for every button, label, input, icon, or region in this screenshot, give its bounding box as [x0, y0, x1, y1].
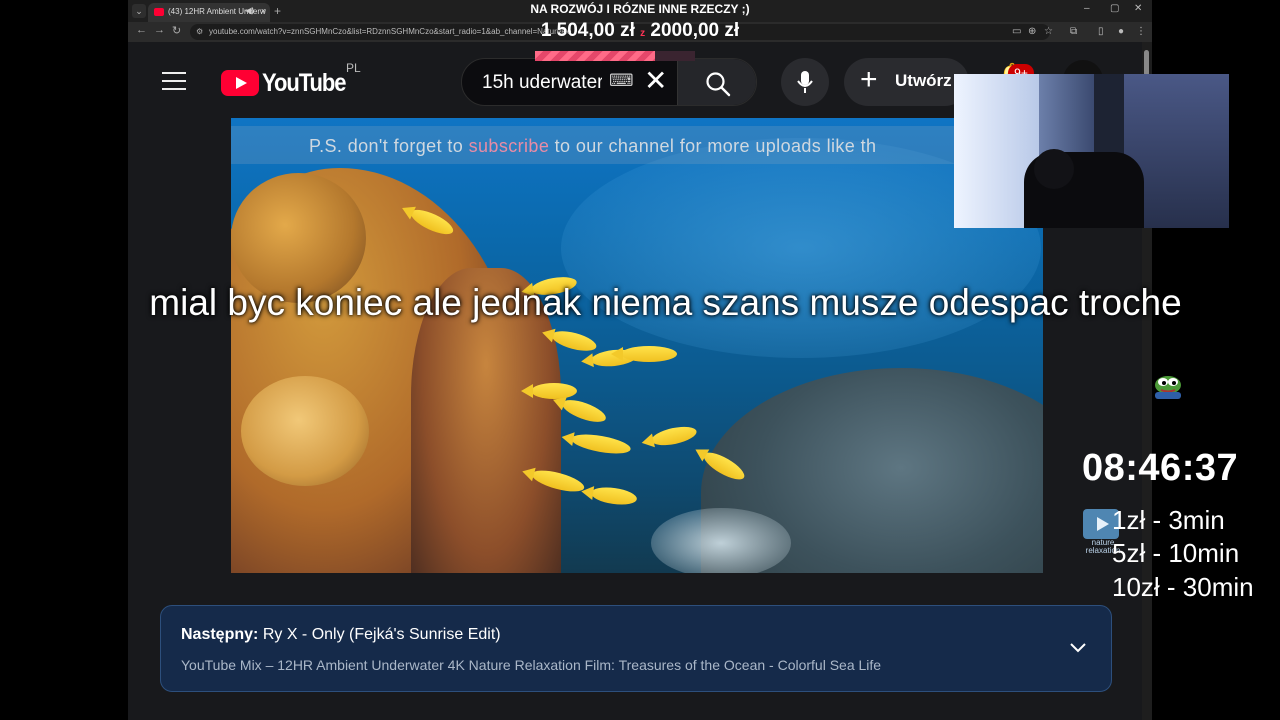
banner-suffix: to our channel for more uploads like th: [549, 136, 877, 156]
webcam-person: [1034, 149, 1074, 189]
microphone-icon: [797, 71, 813, 93]
next-up-title: Ry X - Only (Fejká's Sunrise Edit): [262, 626, 501, 643]
search-box: 15h uderwater ⌨ ✕: [461, 58, 757, 106]
voice-search-button[interactable]: [781, 58, 829, 106]
scrollbar-thumb[interactable]: [1144, 50, 1149, 76]
keyboard-icon[interactable]: ⌨: [609, 71, 634, 91]
chevron-down-icon[interactable]: [1069, 642, 1087, 654]
next-up-heading: Następny: Ry X - Only (Fejká's Sunrise E…: [181, 626, 501, 644]
donation-progress-fill: [535, 51, 656, 61]
donation-goal: 2000,00 zł: [650, 20, 740, 41]
country-code: PL: [346, 61, 361, 75]
search-icon: [706, 72, 731, 97]
next-up-card[interactable]: Następny: Ry X - Only (Fejká's Sunrise E…: [160, 605, 1112, 692]
fish: [611, 346, 677, 362]
donation-goal-title: NA ROZWÓJ I RÓZNE INNE RZECZY ;): [530, 2, 750, 16]
plus-icon: +: [860, 63, 878, 96]
video-frame-sand: [651, 508, 791, 573]
banner-prefix: P.S. don't forget to: [309, 136, 469, 156]
banner-highlight: subscribe: [468, 136, 550, 156]
price-line: 10zł - 30min: [1112, 572, 1254, 602]
clear-search-icon[interactable]: ✕: [644, 67, 667, 95]
menu-icon[interactable]: [162, 72, 186, 90]
video-frame-brain-coral: [241, 376, 369, 486]
stream-screen: ⌄ (43) 12HR Ambient Underw ◀) × + – ▢ ✕ …: [0, 0, 1280, 720]
video-banner-text: P.S. don't forget to subscribe to our ch…: [309, 136, 876, 157]
search-button[interactable]: [677, 59, 756, 105]
video-player[interactable]: P.S. don't forget to subscribe to our ch…: [231, 118, 1043, 573]
donation-goal-amount: 1 504,00 zł z 2000,00 zł: [0, 20, 1280, 42]
pepe-emote-icon: [1155, 376, 1181, 399]
webcam-overlay: [954, 74, 1229, 228]
next-up-label: Następny:: [181, 626, 259, 643]
price-line: 5zł - 10min: [1112, 538, 1240, 568]
next-up-playlist: YouTube Mix – 12HR Ambient Underwater 4K…: [181, 657, 882, 673]
donation-separator: z: [640, 28, 646, 39]
subathon-timer: 08:46:37: [1082, 447, 1239, 489]
price-line: 1zł - 3min: [1112, 505, 1225, 535]
donation-current: 1 504,00 zł: [540, 20, 635, 41]
video-banner: P.S. don't forget to subscribe to our ch…: [231, 126, 1043, 164]
stream-subtitle: mial byc koniec ale jednak niema szans m…: [149, 282, 1182, 323]
youtube-wordmark: YouTube: [262, 69, 347, 97]
create-label: Utwórz: [895, 71, 952, 90]
search-input[interactable]: 15h uderwater: [482, 72, 602, 94]
donation-progress-bar: [535, 51, 695, 61]
youtube-play-icon: [221, 70, 259, 96]
create-button[interactable]: + Utwórz: [844, 58, 969, 106]
